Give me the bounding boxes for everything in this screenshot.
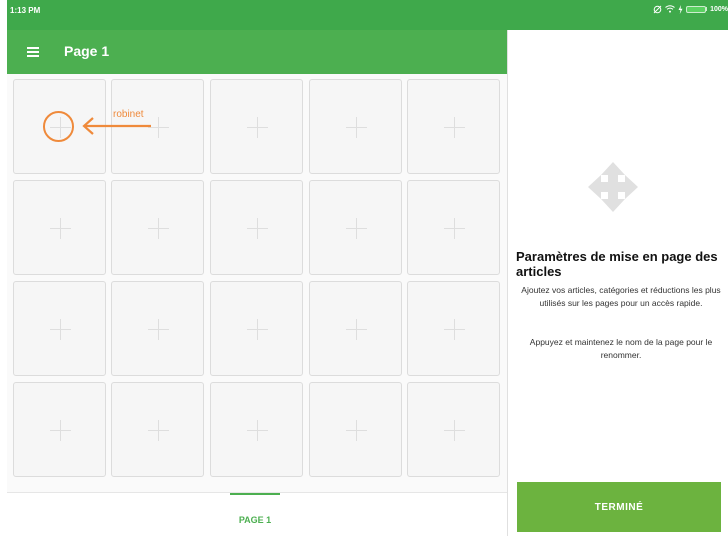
plus-icon — [346, 420, 367, 441]
plus-icon — [346, 117, 367, 138]
status-bar: 1:13 PM 100% — [7, 0, 728, 30]
page-title: Page 1 — [64, 43, 110, 59]
battery-icon — [686, 5, 708, 13]
grid-tile[interactable] — [309, 180, 402, 275]
grid-tile[interactable] — [13, 382, 106, 477]
panel-rename-hint: Appuyez et maintenez le nom de la page p… — [529, 337, 713, 360]
page-tab-bar: PAGE 1 — [7, 492, 507, 536]
battery-level: 100% — [710, 5, 728, 13]
plus-icon — [148, 319, 169, 340]
grid-tile[interactable] — [309, 281, 402, 376]
plus-icon — [50, 319, 71, 340]
grid-tile[interactable] — [210, 180, 303, 275]
tab-page-1[interactable]: PAGE 1 — [230, 493, 280, 536]
grid-tile[interactable] — [111, 281, 204, 376]
status-time: 1:13 PM — [10, 6, 41, 15]
wifi-icon — [665, 5, 675, 13]
article-grid — [7, 74, 507, 492]
annotation-label: robinet — [113, 109, 144, 120]
plus-icon — [247, 117, 268, 138]
grid-tile[interactable] — [13, 180, 106, 275]
plus-icon — [444, 117, 465, 138]
grid-tile[interactable] — [111, 382, 204, 477]
plus-icon — [247, 420, 268, 441]
grid-tile[interactable] — [309, 79, 402, 174]
tab-label: PAGE 1 — [238, 515, 272, 525]
plus-icon — [247, 218, 268, 239]
plus-icon — [50, 218, 71, 239]
plus-icon — [346, 218, 367, 239]
grid-tile[interactable] — [407, 79, 500, 174]
hamburger-menu-icon[interactable] — [27, 45, 41, 59]
charging-icon — [678, 4, 683, 14]
grid-tile[interactable] — [13, 281, 106, 376]
tab-indicator — [230, 493, 280, 495]
grid-tile[interactable] — [407, 382, 500, 477]
grid-tile[interactable] — [210, 281, 303, 376]
grid-tile[interactable] — [309, 382, 402, 477]
grid-tile[interactable] — [210, 382, 303, 477]
panel-title: Paramètres de mise en page des articles — [516, 249, 718, 279]
plus-icon — [148, 218, 169, 239]
done-button[interactable]: TERMINÉ — [517, 482, 721, 532]
plus-icon — [50, 420, 71, 441]
plus-icon — [346, 319, 367, 340]
grid-tile[interactable] — [210, 79, 303, 174]
plus-icon — [444, 218, 465, 239]
grid-tile[interactable] — [407, 281, 500, 376]
annotation-circle — [43, 111, 74, 142]
mute-icon — [653, 5, 662, 13]
plus-icon — [247, 319, 268, 340]
move-arrows-icon — [588, 162, 638, 212]
panel-description: Ajoutez vos articles, catégories et rédu… — [521, 285, 721, 308]
app-toolbar: Page 1 — [7, 30, 507, 74]
layout-settings-panel: Paramètres de mise en page des articles … — [508, 30, 728, 536]
plus-icon — [444, 420, 465, 441]
plus-icon — [148, 420, 169, 441]
grid-tile[interactable] — [111, 180, 204, 275]
grid-tile[interactable] — [407, 180, 500, 275]
status-icons: 100% — [653, 4, 728, 14]
plus-icon — [444, 319, 465, 340]
